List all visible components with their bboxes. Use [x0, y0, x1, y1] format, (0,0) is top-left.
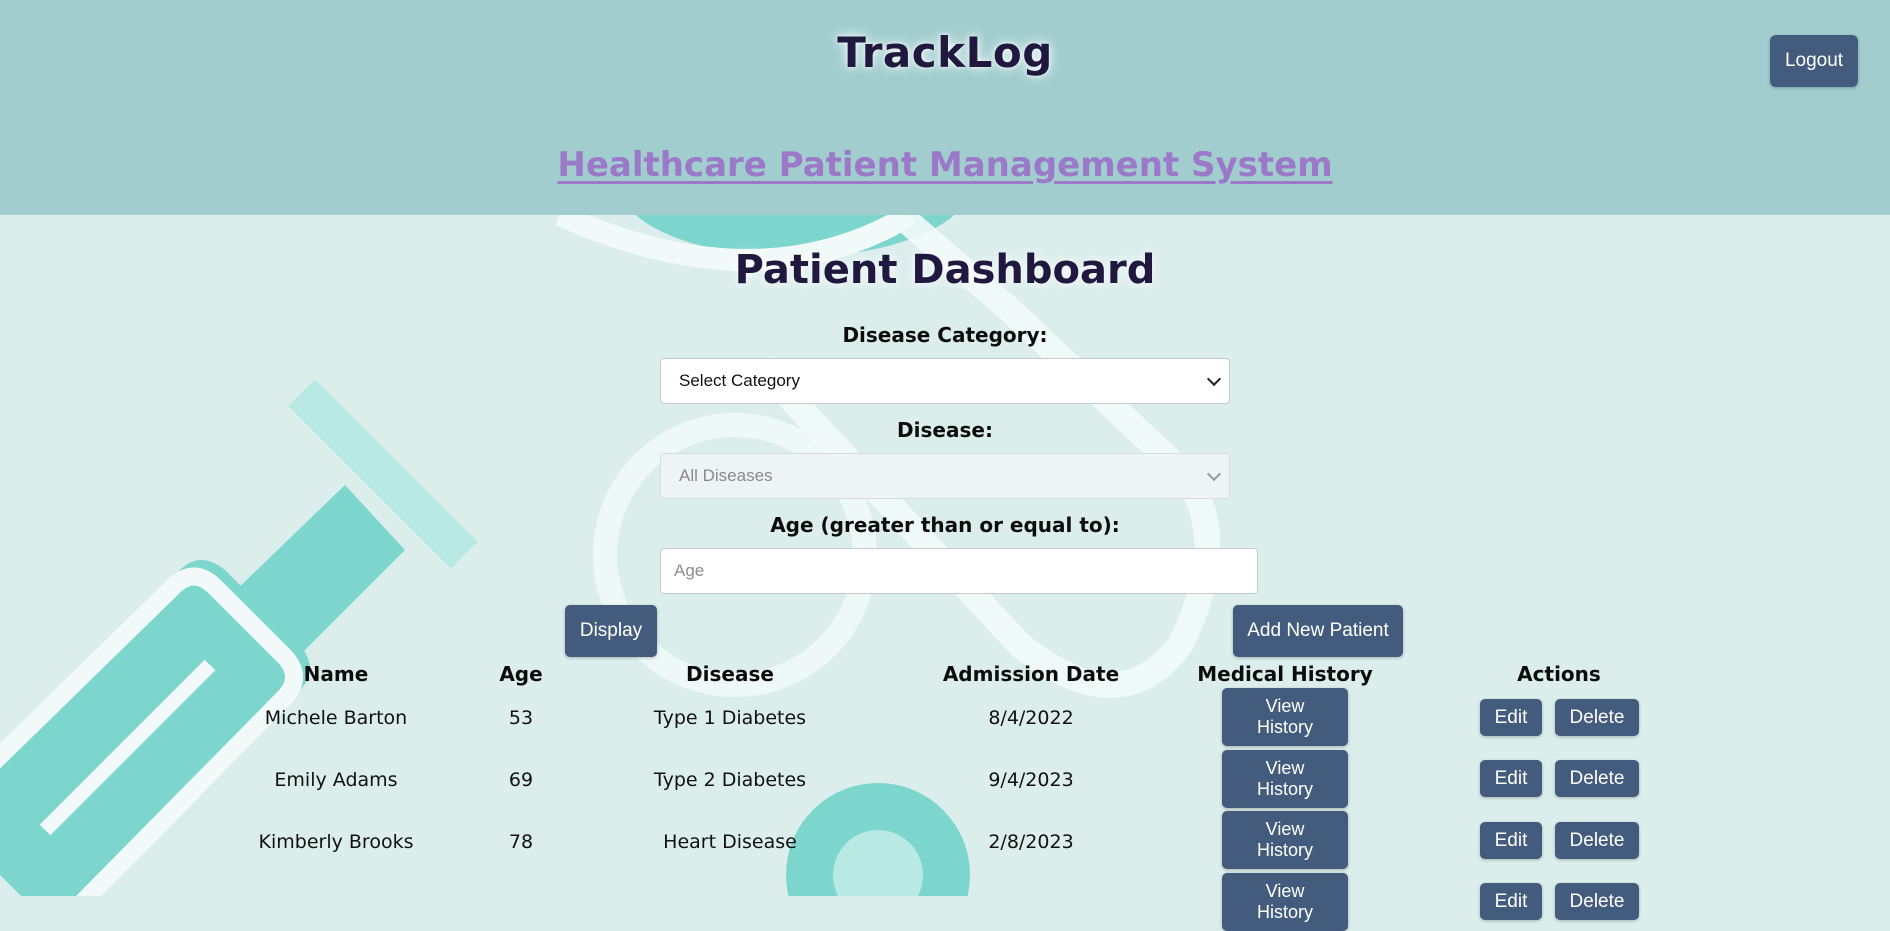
column-header-admission-date: Admission Date — [942, 662, 1120, 686]
view-history-line1: View — [1265, 819, 1305, 839]
delete-button[interactable]: Delete — [1555, 699, 1639, 736]
add-new-patient-button[interactable]: Add New Patient — [1233, 605, 1403, 657]
view-history-line2: History — [1256, 840, 1313, 860]
system-subtitle-link[interactable]: Healthcare Patient Management System — [0, 145, 1890, 185]
chevron-down-icon — [1206, 371, 1222, 387]
brand-title: TrackLog — [837, 28, 1053, 77]
column-header-age: Age — [499, 662, 543, 686]
delete-button[interactable]: Delete — [1555, 883, 1639, 920]
display-button[interactable]: Display — [565, 605, 657, 657]
category-select-value: Select Category — [679, 371, 800, 390]
chevron-down-icon — [1206, 466, 1222, 482]
delete-button[interactable]: Delete — [1555, 822, 1639, 859]
cell-admission-date: 8/4/2022 — [988, 707, 1074, 729]
page-title: Patient Dashboard — [734, 247, 1156, 293]
view-history-line2: History — [1256, 902, 1313, 922]
age-label: Age (greater than or equal to): — [770, 513, 1120, 537]
view-history-button[interactable]: View History — [1222, 873, 1348, 931]
category-select[interactable]: Select Category — [660, 358, 1230, 404]
cell-admission-date: 2/8/2023 — [988, 831, 1074, 853]
cell-disease: Heart Disease — [663, 831, 797, 853]
category-label: Disease Category: — [842, 323, 1048, 347]
edit-button[interactable]: Edit — [1480, 760, 1542, 797]
column-header-medical-history: Medical History — [1197, 662, 1373, 686]
column-header-disease: Disease — [686, 662, 774, 686]
edit-button[interactable]: Edit — [1480, 699, 1542, 736]
view-history-button[interactable]: View History — [1222, 750, 1348, 808]
top-header: TrackLog Healthcare Patient Management S… — [0, 0, 1890, 215]
view-history-line2: History — [1256, 717, 1313, 737]
logout-button[interactable]: Logout — [1770, 35, 1858, 87]
edit-button[interactable]: Edit — [1480, 822, 1542, 859]
view-history-button[interactable]: View History — [1222, 811, 1348, 869]
disease-select[interactable]: All Diseases — [660, 453, 1230, 499]
cell-admission-date: 9/4/2023 — [988, 769, 1074, 791]
cell-disease: Type 1 Diabetes — [653, 707, 807, 729]
column-header-actions: Actions — [1517, 662, 1601, 686]
view-history-button[interactable]: View History — [1222, 688, 1348, 746]
cell-disease: Type 2 Diabetes — [653, 769, 807, 791]
view-history-line1: View — [1265, 881, 1305, 901]
age-input[interactable] — [660, 548, 1258, 594]
delete-button[interactable]: Delete — [1555, 760, 1639, 797]
view-history-line2: History — [1256, 779, 1313, 799]
view-history-line1: View — [1265, 696, 1305, 716]
disease-label: Disease: — [897, 418, 993, 442]
view-history-line1: View — [1265, 758, 1305, 778]
dashboard-main: Patient Dashboard Disease Category: Sele… — [0, 215, 1890, 931]
disease-select-value: All Diseases — [679, 466, 773, 485]
edit-button[interactable]: Edit — [1480, 883, 1542, 920]
